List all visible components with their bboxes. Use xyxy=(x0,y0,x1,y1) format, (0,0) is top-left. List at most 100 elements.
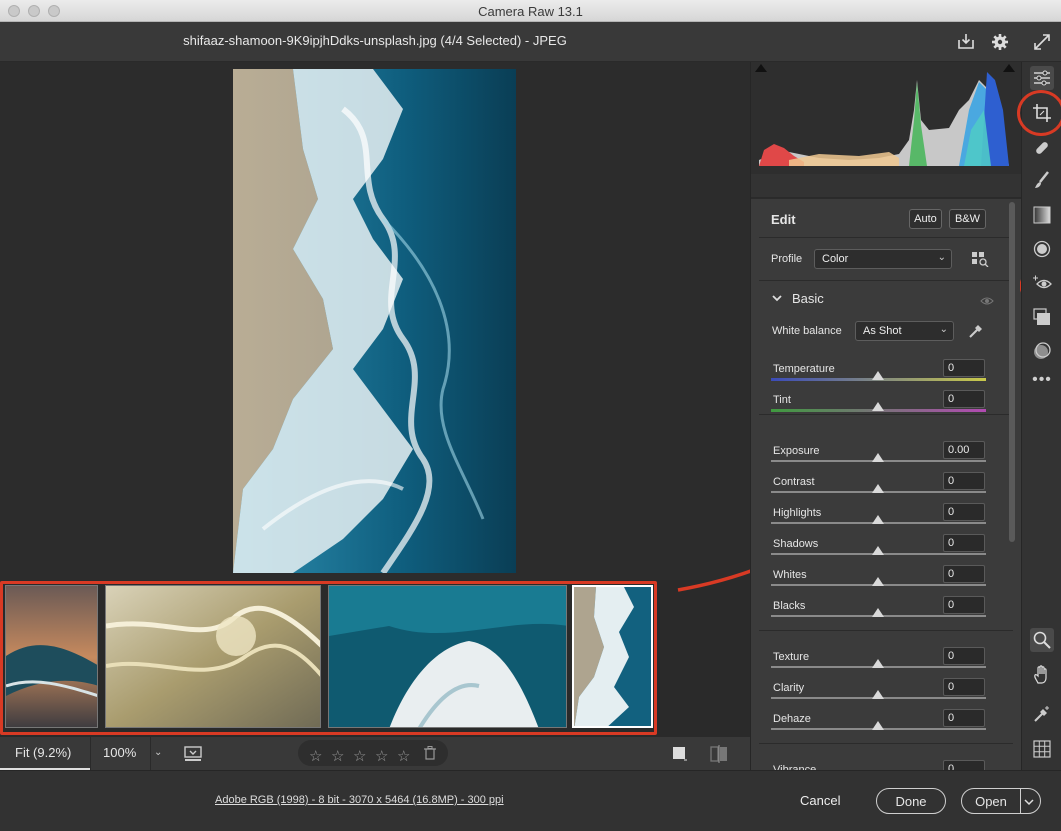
star-icon[interactable]: ☆ xyxy=(375,747,388,765)
gear-icon[interactable] xyxy=(989,31,1011,53)
clarity-value-field[interactable]: 0 xyxy=(943,678,985,696)
tint-slider-handle[interactable] xyxy=(872,402,884,411)
white-balance-dropdown[interactable]: As Shot ⌄ xyxy=(855,321,954,341)
chevron-down-icon[interactable] xyxy=(771,292,783,307)
contrast-value-field[interactable]: 0 xyxy=(943,472,985,490)
window-titlebar: Camera Raw 13.1 xyxy=(0,0,1061,22)
thumbnail-3[interactable] xyxy=(328,585,567,728)
trash-icon[interactable] xyxy=(424,746,436,765)
filmstrip-options-icon[interactable] xyxy=(183,745,205,763)
whites-value-field[interactable]: 0 xyxy=(943,565,985,583)
auto-button[interactable]: Auto xyxy=(909,209,942,229)
edit-title: Edit xyxy=(771,212,796,227)
brush-icon[interactable] xyxy=(1030,168,1054,192)
footer-bar: Adobe RGB (1998) - 8 bit - 3070 x 5464 (… xyxy=(0,770,1061,831)
whites-slider-handle[interactable] xyxy=(872,577,884,586)
healing-icon[interactable] xyxy=(1030,136,1054,160)
tool-strip: ••• xyxy=(1017,62,1061,770)
thumbnail-1[interactable] xyxy=(5,585,98,728)
rating-group: ☆ ☆ ☆ ☆ ☆ xyxy=(298,740,448,766)
dehaze-value-field[interactable]: 0 xyxy=(943,709,985,727)
profile-dropdown[interactable]: Color ⌄ xyxy=(814,249,952,269)
workflow-options-link[interactable]: Adobe RGB (1998) - 8 bit - 3070 x 5464 (… xyxy=(215,794,504,806)
gradient-icon[interactable] xyxy=(1030,203,1054,227)
eyedropper-icon[interactable] xyxy=(967,322,985,345)
chevron-down-icon: ⌄ xyxy=(939,324,948,335)
star-icon[interactable]: ☆ xyxy=(331,747,344,765)
sampler-icon[interactable] xyxy=(1030,702,1054,726)
highlights-slider-handle[interactable] xyxy=(872,515,884,524)
highlights-label: Highlights xyxy=(773,507,822,519)
dehaze-slider-handle[interactable] xyxy=(872,721,884,730)
fit-zoom-button[interactable]: Fit (9.2%) xyxy=(0,737,90,770)
open-button[interactable]: Open xyxy=(962,789,1020,813)
contrast-label: Contrast xyxy=(773,476,815,488)
zoom-icon[interactable] xyxy=(1030,628,1054,652)
temperature-value-field[interactable]: 0 xyxy=(943,359,985,377)
shadows-value-field[interactable]: 0 xyxy=(943,534,985,552)
chevron-down-icon[interactable] xyxy=(1022,795,1036,813)
view-bar: Fit (9.2%) 100% ⌄ ☆ ☆ ☆ ☆ ☆ xyxy=(0,736,750,770)
chevron-down-icon: ⌄ xyxy=(937,252,946,263)
texture-value-field[interactable]: 0 xyxy=(943,647,985,665)
blacks-value-field[interactable]: 0 xyxy=(943,596,985,614)
bw-button[interactable]: B&W xyxy=(949,209,986,229)
basic-title[interactable]: Basic xyxy=(792,291,824,306)
exposure-slider-handle[interactable] xyxy=(872,453,884,462)
section-divider xyxy=(759,630,1013,631)
blacks-slider-handle[interactable] xyxy=(872,608,884,617)
more-icon[interactable]: ••• xyxy=(1030,368,1054,392)
eye-icon[interactable] xyxy=(980,293,994,311)
annotation-arrow xyxy=(677,218,1046,592)
edit-panel: Edit Auto B&W Profile Color ⌄ Basic Whit… xyxy=(750,62,1021,778)
hand-icon[interactable] xyxy=(1030,663,1054,687)
red-eye-icon[interactable] xyxy=(1030,272,1054,296)
main-preview-image xyxy=(233,69,516,573)
crop-highlight-circle xyxy=(1017,90,1061,136)
presets-icon[interactable] xyxy=(1030,339,1054,363)
exposure-value-field[interactable]: 0.00 xyxy=(943,441,985,459)
cancel-button[interactable]: Cancel xyxy=(800,793,840,808)
shadows-slider-handle[interactable] xyxy=(872,546,884,555)
chevron-down-icon[interactable]: ⌄ xyxy=(150,737,166,770)
image-canvas[interactable] xyxy=(0,62,750,580)
window-title: Camera Raw 13.1 xyxy=(478,4,583,19)
star-icon[interactable]: ☆ xyxy=(309,747,322,765)
contrast-slider-handle[interactable] xyxy=(872,484,884,493)
clarity-slider-handle[interactable] xyxy=(872,690,884,699)
profile-label: Profile xyxy=(771,253,803,265)
dehaze-label: Dehaze xyxy=(773,713,811,725)
filmstrip xyxy=(0,218,1046,736)
clarity-label: Clarity xyxy=(773,682,805,694)
panel-scrollbar[interactable] xyxy=(1009,202,1015,542)
highlights-value-field[interactable]: 0 xyxy=(943,503,985,521)
grid-icon[interactable] xyxy=(1030,737,1054,761)
file-title: shifaaz-shamoon-9K9ipjhDdks-unsplash.jpg… xyxy=(183,33,567,48)
thumbnail-2[interactable] xyxy=(105,585,321,728)
histogram xyxy=(751,62,1021,174)
temperature-label: Temperature xyxy=(773,363,835,375)
expand-icon[interactable] xyxy=(1031,31,1053,53)
star-icon[interactable]: ☆ xyxy=(353,747,366,765)
star-icon[interactable]: ☆ xyxy=(397,747,410,765)
done-button[interactable]: Done xyxy=(876,788,946,814)
exposure-label: Exposure xyxy=(773,445,820,457)
tint-value-field[interactable]: 0 xyxy=(943,390,985,408)
white-balance-label: White balance xyxy=(772,325,842,337)
texture-slider-handle[interactable] xyxy=(872,659,884,668)
temperature-slider-handle[interactable] xyxy=(872,371,884,380)
open-button-group: Open xyxy=(961,788,1041,814)
blacks-label: Blacks xyxy=(773,600,806,612)
view-mode-icon[interactable] xyxy=(672,746,688,762)
profile-browser-icon[interactable] xyxy=(971,251,989,268)
snapshots-icon[interactable] xyxy=(1030,305,1054,329)
radial-icon[interactable] xyxy=(1030,237,1054,261)
profile-value: Color xyxy=(822,253,849,265)
zoom-100-button[interactable]: 100% xyxy=(90,737,150,770)
section-divider xyxy=(759,743,1013,744)
save-icon[interactable] xyxy=(955,31,977,53)
section-divider xyxy=(759,414,1013,415)
before-after-icon[interactable] xyxy=(710,745,728,763)
thumbnail-4-active[interactable] xyxy=(572,585,653,728)
edit-sliders-icon[interactable] xyxy=(1030,66,1054,90)
